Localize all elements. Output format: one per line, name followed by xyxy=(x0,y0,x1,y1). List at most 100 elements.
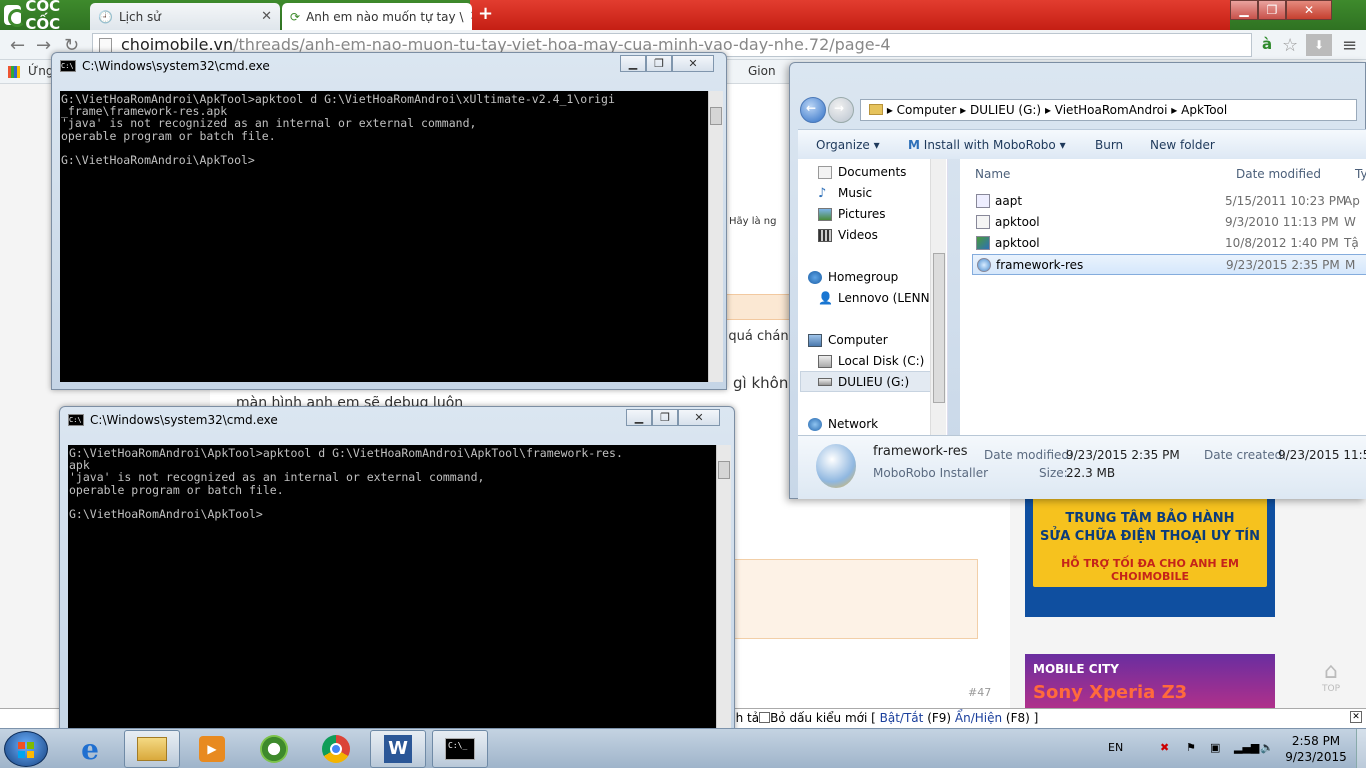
nav-item-music[interactable]: ♪ Music xyxy=(818,186,872,200)
file-row[interactable]: apktool 10/8/2012 1:40 PM Tậ xyxy=(972,233,1366,254)
taskbar-media-player[interactable]: ▶ xyxy=(184,730,240,768)
taskbar-chrome[interactable] xyxy=(308,730,364,768)
column-header-name[interactable]: Name xyxy=(975,167,1010,181)
new-tab-button[interactable]: + xyxy=(478,5,496,24)
taskbar-coccoc[interactable] xyxy=(246,730,302,768)
taskbar-cmd[interactable]: C:\_ xyxy=(432,730,488,768)
console-scrollbar[interactable] xyxy=(716,445,731,737)
close-window-button[interactable]: ✕ xyxy=(672,55,714,72)
back-to-top-label: TOP xyxy=(1321,684,1340,694)
toggle-link[interactable]: Bật/Tắt xyxy=(880,711,924,725)
console-output[interactable]: G:\VietHoaRomAndroi\ApkTool>apktool d G:… xyxy=(68,445,716,737)
install-moborobo-button[interactable]: M Install with MoboRobo ▾ xyxy=(908,138,1066,152)
start-button[interactable] xyxy=(4,731,48,767)
address-breadcrumb[interactable]: ▸ Computer ▸ DULIEU (G:) ▸ VietHoaRomAnd… xyxy=(860,99,1357,121)
clock-time: 2:58 PM xyxy=(1291,734,1341,748)
minimize-button[interactable]: ▁ xyxy=(626,409,652,426)
menu-icon[interactable]: ≡ xyxy=(1342,35,1357,56)
bookmark-item[interactable]: Gion xyxy=(748,64,776,78)
coccoc-extension-icon[interactable]: à xyxy=(1262,35,1272,53)
column-header-date[interactable]: Date modified xyxy=(1236,167,1321,181)
apps-icon[interactable] xyxy=(8,66,20,78)
nav-item-local-disk[interactable]: Local Disk (C:) xyxy=(818,354,924,368)
taskbar-word[interactable]: W xyxy=(370,730,426,768)
taskbar-ie[interactable]: e xyxy=(62,730,118,768)
maximize-button[interactable]: ❐ xyxy=(646,55,672,72)
new-folder-button[interactable]: New folder xyxy=(1150,138,1215,152)
forward-button[interactable]: → xyxy=(828,97,854,123)
new-accent-checkbox[interactable] xyxy=(759,712,771,723)
brand-label: CỐC CỐC xyxy=(25,0,61,30)
nav-item-computer[interactable]: Computer xyxy=(808,333,888,347)
show-desktop-button[interactable] xyxy=(1356,729,1366,768)
file-date: 5/15/2011 10:23 PM xyxy=(1225,194,1347,208)
tab-label: Anh em nào muốn tự tay \ xyxy=(306,9,464,24)
organize-button[interactable]: Organize ▾ xyxy=(816,138,880,152)
file-row-selected[interactable]: framework-res 9/23/2015 2:35 PM M xyxy=(972,254,1366,275)
file-row[interactable]: apktool 9/3/2010 11:13 PM W xyxy=(972,212,1366,233)
flag-icon[interactable]: ⚑ xyxy=(1186,741,1196,754)
maximize-button[interactable]: ❐ xyxy=(652,409,678,426)
nav-item-network[interactable]: Network xyxy=(808,417,878,431)
show-hide-link[interactable]: Ẩn/Hiện xyxy=(955,711,1002,725)
detail-label: Date modified: xyxy=(984,448,1074,462)
tab-thread[interactable]: ⟳ Anh em nào muốn tự tay \ ✕ xyxy=(282,3,472,30)
tab-history[interactable]: 🕘 Lịch sử ✕ xyxy=(90,3,280,30)
console-scrollbar[interactable] xyxy=(708,91,723,382)
close-icon[interactable]: ✕ xyxy=(1350,711,1362,723)
navigation-pane: Documents ♪ Music Pictures Videos Homegro… xyxy=(798,159,948,435)
minimize-button[interactable]: ▁ xyxy=(620,55,646,72)
taskbar-explorer[interactable] xyxy=(124,730,180,768)
volume-icon[interactable]: 🔈 xyxy=(1260,741,1274,754)
script-file-icon xyxy=(976,215,990,229)
maximize-button[interactable]: ❐ xyxy=(1258,0,1286,20)
back-to-top-button[interactable]: ⌂ TOP xyxy=(1316,660,1346,696)
mobile-city-ad-banner[interactable]: MOBILE CITY Sony Xperia Z3 xyxy=(1025,654,1275,710)
scroll-thumb[interactable] xyxy=(710,107,722,125)
nav-item-documents[interactable]: Documents xyxy=(818,165,906,179)
breadcrumb-item[interactable]: ApkTool xyxy=(1181,103,1227,117)
post-number[interactable]: #47 xyxy=(968,686,991,699)
nav-scrollbar[interactable] xyxy=(930,159,946,435)
nav-item-user[interactable]: 👤 Lennovo (LENNO xyxy=(818,291,939,305)
scroll-thumb[interactable] xyxy=(933,253,945,403)
explorer-window[interactable]: ← → ▸ Computer ▸ DULIEU (G:) ▸ VietHoaRo… xyxy=(789,62,1366,499)
network-error-icon[interactable]: ✖ xyxy=(1160,741,1169,754)
console-output[interactable]: G:\VietHoaRomAndroi\ApkTool>apktool d G:… xyxy=(60,91,708,382)
breadcrumb-item[interactable]: DULIEU (G:) xyxy=(970,103,1041,117)
window-titlebar[interactable]: C:\ C:\Windows\system32\cmd.exe xyxy=(68,413,278,427)
cmd-window-2[interactable]: C:\ C:\Windows\system32\cmd.exe ▁ ❐ ✕ G:… xyxy=(59,406,735,737)
column-header-type[interactable]: Ty xyxy=(1355,167,1366,181)
forward-arrow-icon[interactable]: → xyxy=(36,35,51,56)
system-clock[interactable]: 2:58 PM 9/23/2015 xyxy=(1276,733,1356,765)
breadcrumb-item[interactable]: VietHoaRomAndroi xyxy=(1055,103,1168,117)
close-tab-icon[interactable]: ✕ xyxy=(261,9,272,24)
device-icon[interactable]: ▣ xyxy=(1210,741,1220,754)
close-window-button[interactable]: ✕ xyxy=(678,409,720,426)
coccoc-logo[interactable]: CỐC CỐC xyxy=(0,0,90,30)
scroll-thumb[interactable] xyxy=(718,461,730,479)
minimize-button[interactable]: ▁ xyxy=(1230,0,1258,20)
nav-item-dulieu[interactable]: DULIEU (G:) xyxy=(818,375,909,389)
drive-icon xyxy=(818,378,832,386)
back-button[interactable]: ← xyxy=(800,97,826,123)
window-titlebar[interactable]: C:\ C:\Windows\system32\cmd.exe xyxy=(60,59,270,73)
console-line: operable program or batch file. xyxy=(61,128,276,143)
file-row[interactable]: aapt 5/15/2011 10:23 PM Ap xyxy=(972,191,1366,212)
warranty-ad-banner[interactable]: TRUNG TÂM BẢO HÀNH SỬA CHỮA ĐIỆN THOẠI U… xyxy=(1025,489,1275,617)
download-icon[interactable]: ⬇ xyxy=(1306,34,1332,56)
close-tab-icon[interactable]: ✕ xyxy=(470,9,473,24)
bookmark-star-icon[interactable]: ☆ xyxy=(1282,35,1298,56)
nav-item-pictures[interactable]: Pictures xyxy=(818,207,886,221)
burn-button[interactable]: Burn xyxy=(1095,138,1123,152)
cmd-window-1[interactable]: C:\ C:\Windows\system32\cmd.exe ▁ ❐ ✕ G:… xyxy=(51,52,727,390)
signal-icon[interactable]: ▂▄▆ xyxy=(1234,741,1259,754)
bookmark-apps[interactable]: Ứng xyxy=(28,64,54,78)
back-arrow-icon[interactable]: ← xyxy=(10,35,25,56)
nav-item-videos[interactable]: Videos xyxy=(818,228,878,242)
close-window-button[interactable]: ✕ xyxy=(1286,0,1332,20)
file-name: framework-res xyxy=(996,258,1084,272)
nav-item-homegroup[interactable]: Homegroup xyxy=(808,270,898,284)
language-indicator[interactable]: EN xyxy=(1108,741,1123,754)
breadcrumb-item[interactable]: Computer xyxy=(897,103,957,117)
